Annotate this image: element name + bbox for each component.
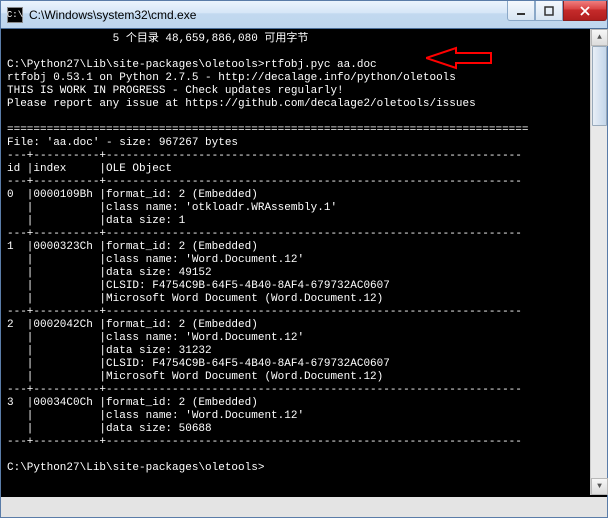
table-row: 3 |00034C0Ch |format_id: 2 (Embedded)	[7, 397, 522, 409]
table-row: | |Microsoft Word Document (Word.Documen…	[7, 371, 522, 383]
chevron-down-icon: ▼	[597, 482, 602, 491]
output-line: THIS IS WORK IN PROGRESS - Check updates…	[7, 85, 344, 97]
chevron-up-icon: ▲	[597, 33, 602, 42]
output-line: File: 'aa.doc' - size: 967267 bytes	[7, 137, 238, 149]
table-row: | |CLSID: F4754C9B-64F5-4B40-8AF4-679732…	[7, 280, 522, 292]
table-row: 1 |0000323Ch |format_id: 2 (Embedded)	[7, 241, 522, 253]
bottom-strip	[1, 497, 607, 517]
output-line: 5 个目录 48,659,886,080 可用字节	[7, 33, 308, 45]
prompt-line: C:\Python27\Lib\site-packages\oletools>r…	[7, 59, 377, 71]
table-separator: ---+----------+-------------------------…	[7, 228, 522, 240]
scroll-thumb[interactable]	[592, 46, 607, 126]
table-row: | |class name: 'Word.Document.12'	[7, 410, 522, 422]
terminal-output[interactable]: 5 个目录 48,659,886,080 可用字节 C:\Python27\Li…	[1, 29, 607, 517]
output-line: ========================================…	[7, 124, 529, 136]
table-row: | |data size: 1	[7, 215, 522, 227]
prompt-line: C:\Python27\Lib\site-packages\oletools>	[7, 462, 264, 474]
table-row: | |CLSID: F4754C9B-64F5-4B40-8AF4-679732…	[7, 358, 522, 370]
table-row: | |Microsoft Word Document (Word.Documen…	[7, 293, 522, 305]
vertical-scrollbar[interactable]: ▲ ▼	[590, 29, 607, 495]
table-separator: ---+----------+-------------------------…	[7, 150, 522, 162]
table-row: | |data size: 31232	[7, 345, 522, 357]
maximize-button[interactable]	[535, 1, 563, 21]
table-row: | |data size: 49152	[7, 267, 522, 279]
table-separator: ---+----------+-------------------------…	[7, 176, 522, 188]
close-button[interactable]	[563, 1, 607, 21]
cmd-window: C:\ C:\Windows\system32\cmd.exe 5 个目录 48…	[0, 0, 608, 518]
table-row: | |class name: 'Word.Document.12'	[7, 254, 522, 266]
scroll-up-button[interactable]: ▲	[591, 29, 608, 46]
titlebar[interactable]: C:\ C:\Windows\system32\cmd.exe	[1, 1, 607, 29]
table-separator: ---+----------+-------------------------…	[7, 306, 522, 318]
window-title: C:\Windows\system32\cmd.exe	[29, 8, 196, 22]
table-row: | |data size: 50688	[7, 423, 522, 435]
table-row: | |class name: 'Word.Document.12'	[7, 332, 522, 344]
cmd-icon: C:\	[7, 7, 23, 23]
scroll-down-button[interactable]: ▼	[591, 478, 608, 495]
close-icon	[579, 5, 591, 17]
window-controls	[507, 1, 607, 21]
output-line: Please report any issue at https://githu…	[7, 98, 476, 110]
table-header: id |index |OLE Object	[7, 163, 522, 175]
table-row: | |class name: 'otkloadr.WRAssembly.1'	[7, 202, 522, 214]
minimize-icon	[516, 6, 526, 16]
minimize-button[interactable]	[507, 1, 535, 21]
table-row: 0 |0000109Bh |format_id: 2 (Embedded)	[7, 189, 522, 201]
table-separator: ---+----------+-------------------------…	[7, 436, 522, 448]
maximize-icon	[544, 6, 554, 16]
table-separator: ---+----------+-------------------------…	[7, 384, 522, 396]
table-row: 2 |0002042Ch |format_id: 2 (Embedded)	[7, 319, 522, 331]
output-line: rtfobj 0.53.1 on Python 2.7.5 - http://d…	[7, 72, 456, 84]
